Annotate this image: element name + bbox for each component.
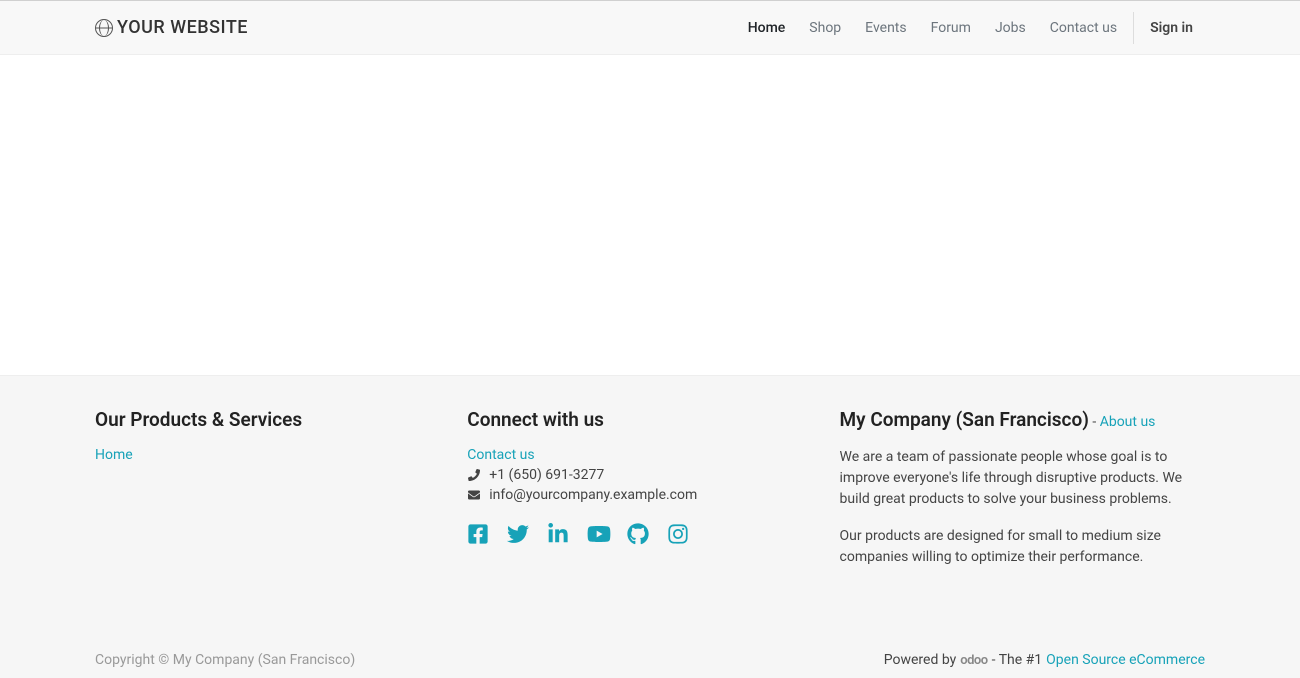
footer-link-contact[interactable]: Contact us [467, 447, 799, 463]
youtube-icon[interactable] [587, 523, 609, 545]
footer-bottom: Copyright © My Company (San Francisco) P… [0, 604, 1300, 678]
footer-email: info@yourcompany.example.com [467, 487, 799, 503]
linkedin-icon[interactable] [547, 523, 569, 545]
globe-icon [95, 19, 113, 37]
nav-home[interactable]: Home [736, 12, 798, 44]
footer-col-connect: Connect with us Contact us +1 (650) 691-… [467, 408, 799, 584]
twitter-icon[interactable] [507, 523, 529, 545]
footer-heading-company: My Company (San Francisco) [840, 408, 1089, 431]
nav-contact[interactable]: Contact us [1038, 12, 1129, 44]
brand-text: YOUR WEBSITE [117, 17, 248, 38]
footer: Our Products & Services Home Connect wit… [0, 375, 1300, 604]
footer-heading-connect: Connect with us [467, 408, 604, 431]
social-icons [467, 523, 799, 545]
footer-link-home[interactable]: Home [95, 447, 427, 463]
footer-heading-products: Our Products & Services [95, 408, 302, 431]
phone-icon [467, 469, 481, 481]
envelope-icon [467, 489, 481, 501]
company-description-1: We are a team of passionate people whose… [840, 447, 1205, 510]
instagram-icon[interactable] [667, 523, 689, 545]
github-icon[interactable] [627, 523, 649, 545]
company-description-2: Our products are designed for small to m… [840, 526, 1205, 568]
phone-number: +1 (650) 691-3277 [489, 467, 604, 483]
powered-label: Powered by [884, 652, 957, 668]
copyright: Copyright © My Company (San Francisco) [95, 652, 355, 668]
nav-events[interactable]: Events [853, 12, 918, 44]
facebook-icon[interactable] [467, 523, 489, 545]
navbar: YOUR WEBSITE Home Shop Events Forum Jobs… [0, 1, 1300, 55]
nav-forum[interactable]: Forum [919, 12, 983, 44]
nav-jobs[interactable]: Jobs [983, 12, 1038, 44]
ecommerce-link[interactable]: Open Source eCommerce [1046, 652, 1205, 668]
main-content [0, 55, 1300, 375]
nav-links: Home Shop Events Forum Jobs Contact us S… [736, 12, 1205, 44]
odoo-logo[interactable]: odoo [960, 653, 987, 668]
nav-signin[interactable]: Sign in [1133, 12, 1205, 44]
footer-phone: +1 (650) 691-3277 [467, 467, 799, 483]
about-dash: - [1092, 414, 1099, 430]
footer-col-products: Our Products & Services Home [95, 408, 427, 584]
footer-link-about[interactable]: About us [1100, 414, 1156, 430]
brand-logo[interactable]: YOUR WEBSITE [95, 17, 248, 38]
nav-shop[interactable]: Shop [797, 12, 853, 44]
footer-col-company: My Company (San Francisco) - About us We… [840, 408, 1205, 584]
email-address: info@yourcompany.example.com [489, 487, 697, 503]
powered-dash: - The #1 [992, 652, 1043, 668]
powered-by: Powered by odoo - The #1 Open Source eCo… [884, 652, 1205, 668]
